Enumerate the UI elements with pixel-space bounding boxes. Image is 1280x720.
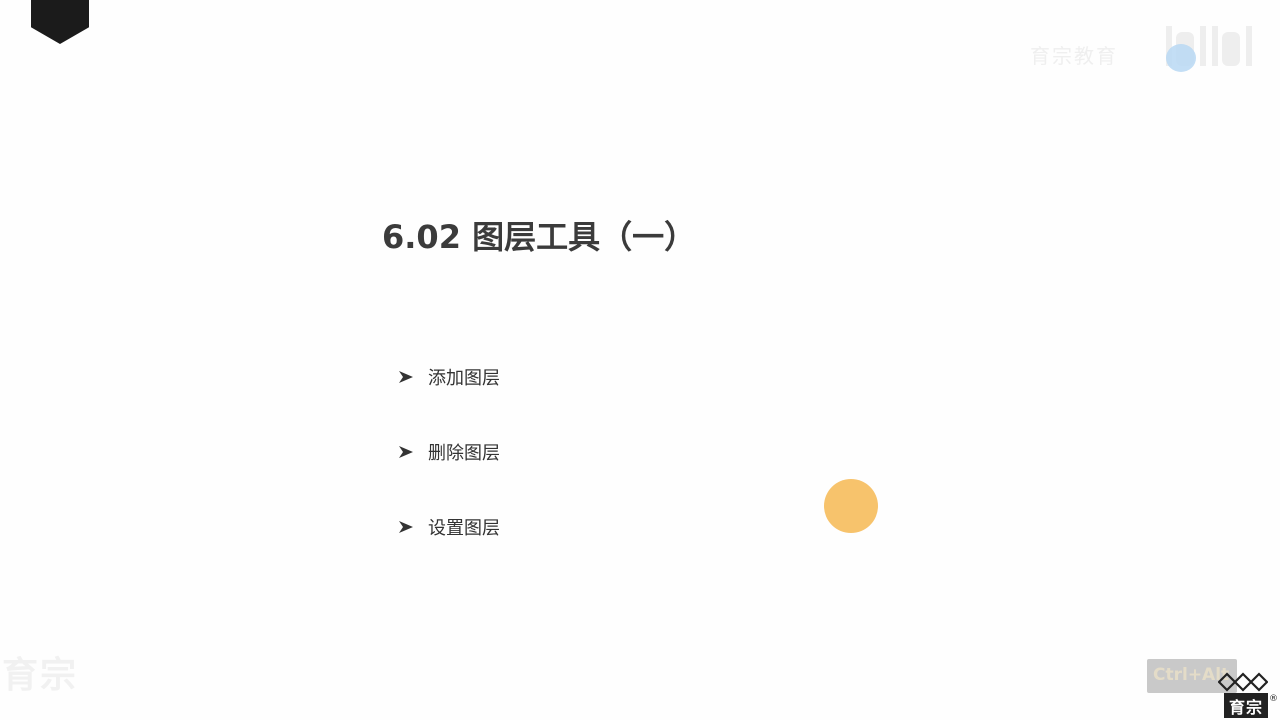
slide-title: 6.02 图层工具（一） <box>382 218 697 256</box>
brand-logo-text: 育宗 <box>1224 693 1268 718</box>
arrowhead-bullet-icon <box>399 446 413 458</box>
diamond-pattern-icon <box>1218 672 1268 692</box>
arrowhead-bullet-icon <box>399 371 413 383</box>
bullet-label: 设置图层 <box>428 518 500 539</box>
top-left-badge <box>31 0 89 44</box>
bullet-label: 添加图层 <box>428 368 500 389</box>
bullet-list: 添加图层 删除图层 设置图层 <box>398 363 500 588</box>
bottom-left-watermark: 育宗 <box>2 655 79 696</box>
watermark-text: 育宗教育 <box>1030 44 1118 68</box>
bullet-label: 删除图层 <box>428 443 500 464</box>
brand-logo: 育宗 ® <box>1218 672 1278 720</box>
arrowhead-bullet-icon <box>399 521 413 533</box>
watermark-bubble-icon <box>1166 44 1196 72</box>
list-item: 删除图层 <box>398 438 500 466</box>
top-right-watermark: 育宗教育 <box>1030 18 1260 74</box>
list-item: 添加图层 <box>398 363 500 391</box>
cursor-highlight-icon <box>824 479 878 533</box>
registered-mark: ® <box>1269 694 1278 704</box>
list-item: 设置图层 <box>398 513 500 541</box>
